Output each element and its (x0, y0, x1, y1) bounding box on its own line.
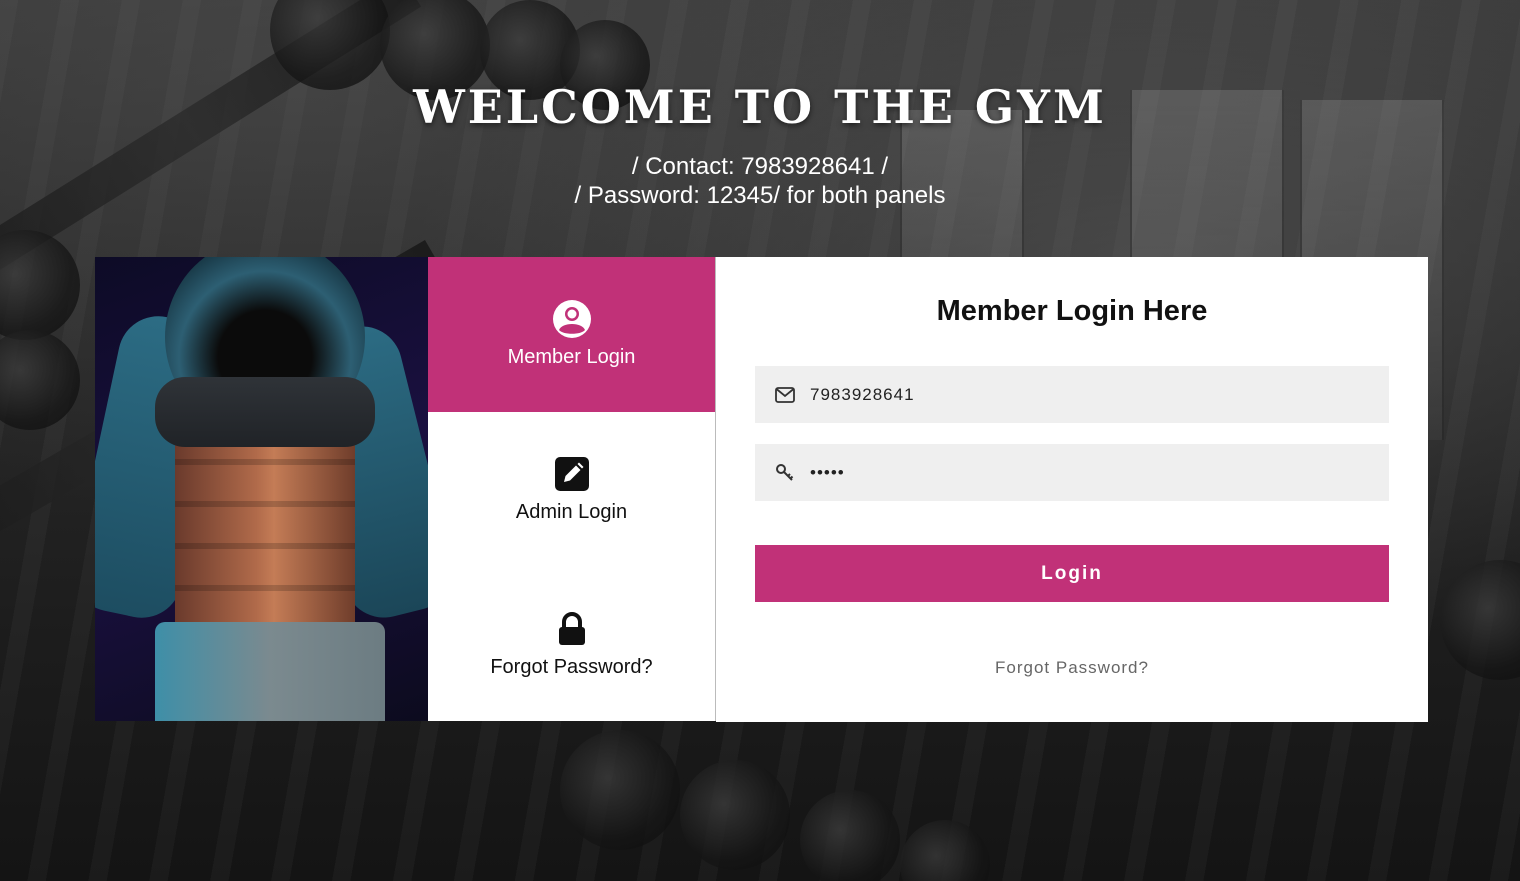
background-dumbbell (900, 820, 990, 881)
lock-icon (552, 609, 592, 649)
password-field (755, 444, 1389, 501)
user-circle-icon (552, 299, 592, 339)
background-dumbbell (800, 790, 900, 881)
login-menu: Member Login Admin Login Forgot Password… (428, 257, 716, 721)
menu-item-label: Admin Login (515, 501, 628, 523)
password-input[interactable] (808, 461, 1372, 484)
menu-item-member-login[interactable]: Member Login (428, 257, 715, 412)
background-dumbbell (0, 230, 80, 340)
form-title: Member Login Here (936, 295, 1208, 327)
menu-item-label: Forgot Password? (490, 655, 653, 678)
login-card: Member Login Admin Login Forgot Password… (95, 257, 1428, 722)
edit-icon (552, 454, 592, 494)
page-title: WELCOME TO THE GYM (413, 80, 1107, 134)
contact-field (755, 366, 1389, 423)
member-login-form: Member Login Here Login Forgot Password? (716, 257, 1428, 722)
forgot-password-link[interactable]: Forgot Password? (716, 658, 1428, 678)
page-header: WELCOME TO THE GYM / Contact: 7983928641… (0, 78, 1520, 210)
menu-item-admin-login[interactable]: Admin Login (428, 412, 715, 567)
athlete-photo (95, 257, 428, 721)
login-button[interactable]: Login (755, 545, 1389, 602)
password-info: / Password: 12345/ for both panels (574, 182, 946, 209)
key-icon (774, 462, 796, 484)
background-dumbbell (0, 330, 80, 430)
contact-info: / Contact: 7983928641 / (631, 153, 889, 180)
background-dumbbell (680, 760, 790, 870)
contact-input[interactable] (808, 383, 1372, 406)
envelope-icon (774, 384, 796, 406)
background-dumbbell (1440, 560, 1520, 680)
menu-item-forgot-password[interactable]: Forgot Password? (428, 566, 715, 721)
background-dumbbell (560, 730, 680, 850)
menu-item-label: Member Login (507, 346, 636, 369)
